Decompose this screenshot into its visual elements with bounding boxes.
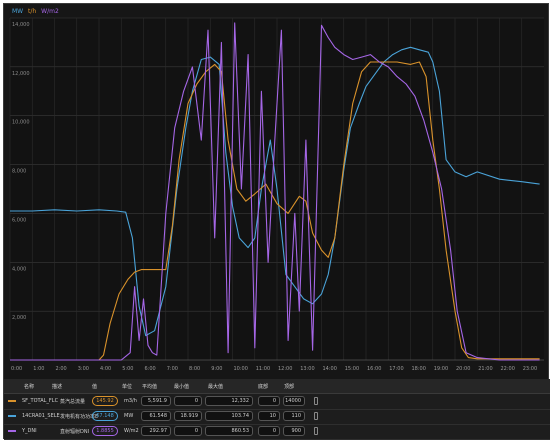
x-tick-label: 0:00: [11, 366, 22, 372]
legend-item-th: t/h: [28, 8, 37, 15]
trend-chart[interactable]: 2,000 4,000 6,000 8,000 10,000 12,000 14,000 0:…: [4, 4, 550, 379]
row-min: 0: [174, 396, 202, 406]
row-name: Y_DNI: [22, 428, 37, 434]
row-high-input[interactable]: 14000: [283, 396, 305, 406]
x-tick-label: 21:00: [478, 366, 492, 372]
y-tick-label: 4,000: [12, 266, 26, 272]
row-desc: 蒸汽总流量: [60, 399, 86, 405]
row-visibility-toggle[interactable]: [314, 397, 318, 405]
col-high-header[interactable]: 顶部: [284, 383, 294, 390]
x-tick-label: 12:00: [278, 366, 292, 372]
y-tick-label: 2,000: [12, 315, 26, 321]
x-tick-label: 14:00: [323, 366, 337, 372]
x-tick-label: 20:00: [456, 366, 470, 372]
col-desc-header[interactable]: 描述: [52, 383, 62, 390]
x-tick-label: 8:00: [189, 366, 200, 372]
col-name-header[interactable]: 名称: [24, 383, 34, 390]
row-min: 18.919: [174, 411, 202, 421]
row-name: 14CRA01_SELE: [22, 413, 60, 419]
legend-item-wm2: W/m2: [41, 8, 59, 15]
col-min-header[interactable]: 最小值: [174, 383, 189, 390]
y-tick-label: 10,000: [12, 120, 30, 126]
x-tick-label: 18:00: [412, 366, 426, 372]
row-desc: 直射辐射DNI: [60, 429, 90, 435]
row-avg: 61.548: [141, 411, 171, 421]
y-tick-label: 6,000: [12, 217, 26, 223]
col-unit-header[interactable]: 单位: [122, 383, 132, 390]
trend-chart-svg: 2,000 4,000 6,000 8,000 10,000 12,000 14,000 0:…: [9, 17, 544, 372]
row-unit: m3/h: [124, 398, 137, 404]
series-color-swatch: [8, 415, 16, 417]
row-max: 103.74: [205, 411, 253, 421]
row-visibility-toggle[interactable]: [314, 427, 318, 435]
x-tick-label: 9:00: [211, 366, 222, 372]
row-value: 145.92: [92, 396, 118, 406]
chart-legend: MW t/h W/m2: [12, 8, 62, 15]
x-tick-label: 5:00: [122, 366, 133, 372]
x-tick-label: 1:00: [33, 366, 44, 372]
row-high-input[interactable]: 900: [283, 426, 305, 436]
row-min: 0: [174, 426, 202, 436]
y-tick-label: 8,000: [12, 169, 26, 175]
x-tick-label: 3:00: [78, 366, 89, 372]
x-tick-label: 11:00: [256, 366, 270, 372]
x-tick-label: 2:00: [56, 366, 67, 372]
row-max: 860.53: [205, 426, 253, 436]
row-low-input[interactable]: 10: [258, 411, 280, 421]
x-tick-label: 15:00: [345, 366, 359, 372]
tag-table-header: 名称 描述 值 单位 平均值 最小值 最大值 底部 顶部: [4, 379, 550, 394]
table-row[interactable]: Y_DNI 直射辐射DNI 1.8855 W/m2 292.97 0 860.5…: [4, 424, 550, 440]
row-low-input[interactable]: 0: [258, 426, 280, 436]
x-tick-label: 13:00: [300, 366, 314, 372]
col-low-header[interactable]: 底部: [258, 383, 268, 390]
x-tick-label: 17:00: [389, 366, 403, 372]
row-max: 12,332: [205, 396, 253, 406]
col-avg-header[interactable]: 平均值: [142, 383, 157, 390]
x-tick-label: 10:00: [234, 366, 248, 372]
row-unit: MW: [124, 413, 134, 419]
row-value: 67.148: [92, 411, 118, 421]
table-row[interactable]: 14CRA01_SELE 发电机有功功率E 67.148 MW 61.548 1…: [4, 409, 550, 425]
y-tick-label: 12,000: [12, 71, 30, 77]
x-tick-label: 22:00: [501, 366, 515, 372]
trend-window: 2,000 4,000 6,000 8,000 10,000 12,000 14,000 0:…: [3, 3, 550, 440]
row-visibility-toggle[interactable]: [314, 412, 318, 420]
series-color-swatch: [8, 400, 16, 402]
x-tick-label: 4:00: [100, 366, 111, 372]
col-max-header[interactable]: 最大值: [208, 383, 223, 390]
row-avg: 292.97: [141, 426, 171, 436]
series-color-swatch: [8, 430, 16, 432]
tag-table: 名称 描述 值 单位 平均值 最小值 最大值 底部 顶部 SF_TOTAL_FL…: [4, 379, 550, 440]
row-name: SF_TOTAL_FLC: [22, 398, 59, 404]
row-high-input[interactable]: 110: [283, 411, 305, 421]
y-tick-label: 14,000: [12, 22, 30, 28]
x-tick-label: 6:00: [145, 366, 156, 372]
row-low-input[interactable]: 0: [258, 396, 280, 406]
legend-item-mw: MW: [12, 8, 24, 15]
table-row[interactable]: SF_TOTAL_FLC 蒸汽总流量 145.92 m3/h 5,591.9 0…: [4, 394, 550, 410]
x-tick-label: 7:00: [167, 366, 178, 372]
x-tick-label: 19:00: [434, 366, 448, 372]
row-value: 1.8855: [92, 426, 118, 436]
row-avg: 5,591.9: [141, 396, 171, 406]
row-unit: W/m2: [124, 428, 139, 434]
x-tick-label: 16:00: [367, 366, 381, 372]
x-tick-label: 23:00: [523, 366, 537, 372]
col-value-header[interactable]: 值: [92, 383, 97, 390]
